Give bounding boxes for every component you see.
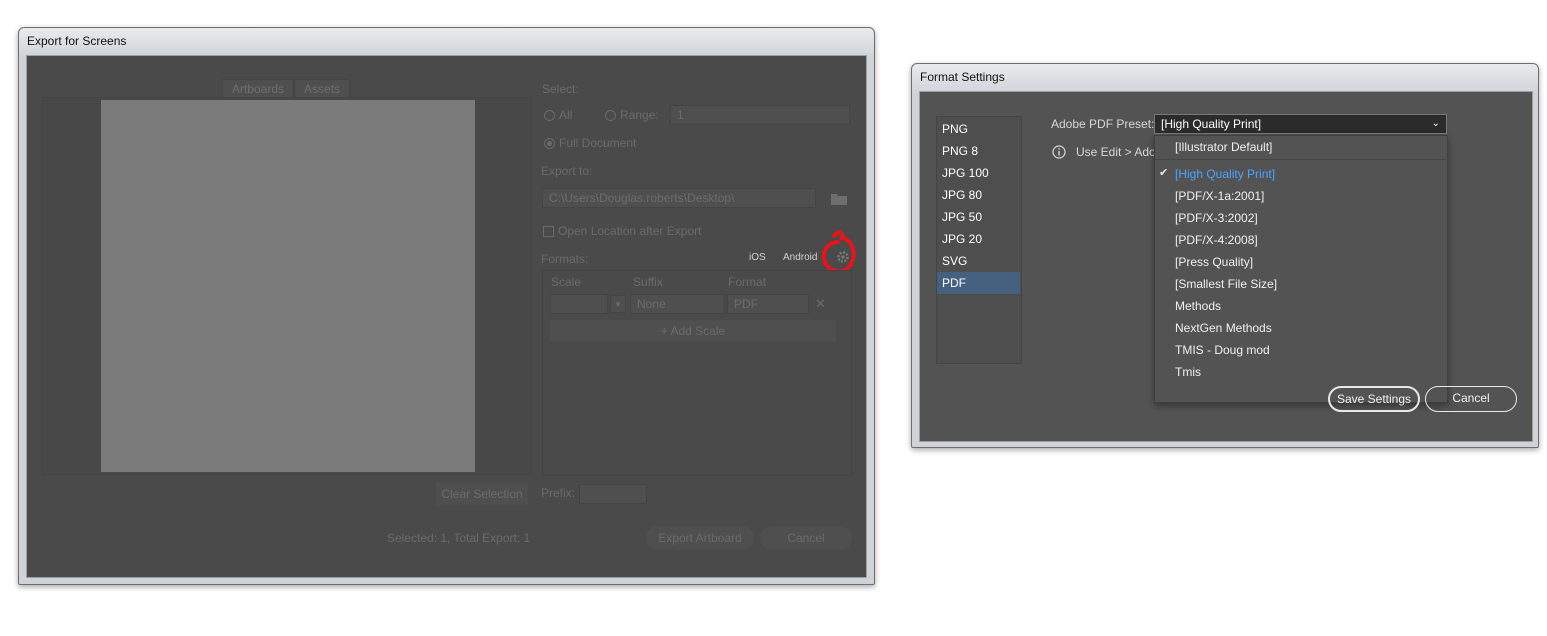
open-location-box [543, 226, 554, 237]
export-window-body: Artboards Assets Select: All Range: 1 Ful… [26, 55, 867, 578]
artboard-preview-panel [42, 97, 532, 475]
format-settings-window: Format Settings PNG PNG 8 JPG 100 JPG 80… [911, 63, 1539, 448]
export-window-title: Export for Screens [27, 34, 127, 48]
select-label: Select: [542, 82, 579, 96]
dropdown-item-pdfx1a[interactable]: [PDF/X-1a:2001] [1155, 185, 1445, 207]
tab-artboards[interactable]: Artboards [222, 79, 295, 98]
format-window-title: Format Settings [920, 70, 1005, 84]
format-item-pdf[interactable]: PDF [937, 272, 1020, 294]
range-input[interactable]: 1 [670, 105, 850, 125]
dropdown-item-illustrator-default[interactable]: [Illustrator Default] [1155, 136, 1445, 158]
scale-input[interactable] [550, 294, 608, 314]
format-select[interactable]: PDF [727, 294, 809, 314]
dropdown-item-tmis-doug-mod[interactable]: TMIS - Doug mod [1155, 339, 1445, 361]
format-item-jpg100[interactable]: JPG 100 [937, 162, 1020, 184]
export-cancel-button[interactable]: Cancel [760, 526, 852, 550]
dropdown-item-tmis[interactable]: Tmis [1155, 361, 1445, 383]
format-item-svg[interactable]: SVG [937, 250, 1020, 272]
scale-dropdown-button[interactable]: ▼ [610, 295, 626, 313]
pdf-preset-label: Adobe PDF Preset: [1051, 117, 1155, 131]
radio-all-circle [544, 110, 555, 121]
pdf-preset-dropdown: [Illustrator Default] ✔ [High Quality Pr… [1154, 135, 1448, 403]
dropdown-item-smallest-file-size[interactable]: [Smallest File Size] [1155, 273, 1445, 295]
dropdown-item-pdfx4[interactable]: [PDF/X-4:2008] [1155, 229, 1445, 251]
dropdown-item-press-quality[interactable]: [Press Quality] [1155, 251, 1445, 273]
dropdown-divider [1155, 159, 1445, 160]
info-text: Use Edit > Ado [1076, 145, 1156, 159]
pdf-preset-value: [High Quality Print] [1161, 117, 1262, 131]
format-list: PNG PNG 8 JPG 100 JPG 80 JPG 50 JPG 20 S… [936, 116, 1022, 364]
radio-full-label: Full Document [559, 136, 637, 150]
pdf-preset-select[interactable]: [High Quality Print] ⌄ [1154, 114, 1447, 134]
android-button[interactable]: Android [783, 252, 817, 263]
dropdown-item-pdfx3[interactable]: [PDF/X-3:2002] [1155, 207, 1445, 229]
format-item-jpg80[interactable]: JPG 80 [937, 184, 1020, 206]
remove-scale-icon[interactable]: ✕ [815, 296, 826, 312]
prefix-label: Prefix: [541, 486, 576, 500]
info-icon [1052, 145, 1066, 159]
suffix-input[interactable]: None [630, 294, 725, 314]
format-item-jpg50[interactable]: JPG 50 [937, 206, 1020, 228]
format-item-png[interactable]: PNG [937, 118, 1020, 140]
col-suffix: Suffix [633, 275, 663, 289]
dropdown-item-nextgen-methods[interactable]: NextGen Methods [1155, 317, 1445, 339]
status-text: Selected: 1, Total Export: 1 [387, 531, 531, 545]
clear-selection-button[interactable]: Clear Selection [436, 483, 528, 505]
open-location-checkbox[interactable]: Open Location after Export [543, 224, 701, 238]
formats-label: Formats: [541, 252, 589, 266]
chevron-down-icon: ⌄ [1431, 118, 1440, 129]
col-scale: Scale [551, 275, 582, 289]
format-item-png8[interactable]: PNG 8 [937, 140, 1020, 162]
radio-all[interactable]: All [544, 108, 572, 122]
radio-range-circle [605, 110, 616, 121]
export-path-input[interactable]: C:\Users\Douglas.roberts\Desktop\ [542, 188, 816, 208]
export-artboard-button[interactable]: Export Artboard [646, 526, 754, 550]
export-to-label: Export to: [541, 164, 593, 178]
folder-icon[interactable] [831, 193, 847, 205]
add-scale-button[interactable]: + Add Scale [550, 320, 836, 342]
radio-full-document[interactable]: Full Document [544, 136, 636, 150]
radio-range[interactable]: Range: [605, 108, 659, 122]
open-location-label: Open Location after Export [558, 224, 702, 238]
ios-button[interactable]: iOS [749, 252, 766, 263]
format-window-body: PNG PNG 8 JPG 100 JPG 80 JPG 50 JPG 20 S… [919, 91, 1533, 442]
export-for-screens-window: Export for Screens Artboards Assets Selec… [18, 27, 875, 585]
format-item-jpg20[interactable]: JPG 20 [937, 228, 1020, 250]
artboard-thumbnail[interactable] [101, 100, 475, 472]
dropdown-item-high-quality-print[interactable]: [High Quality Print] [1155, 163, 1445, 185]
export-tabs: Artboards Assets [222, 79, 351, 98]
save-settings-button[interactable]: Save Settings [1328, 386, 1420, 412]
formats-table: Scale Suffix Format ▼ None PDF ✕ + Add S… [542, 270, 852, 476]
radio-range-label: Range: [620, 108, 659, 122]
prefix-input[interactable] [579, 484, 647, 504]
dropdown-item-methods[interactable]: Methods [1155, 295, 1445, 317]
format-cancel-button[interactable]: Cancel [1425, 386, 1517, 412]
tab-assets[interactable]: Assets [294, 79, 351, 98]
radio-all-label: All [559, 108, 573, 122]
radio-full-circle [544, 138, 555, 149]
col-format: Format [728, 275, 767, 289]
